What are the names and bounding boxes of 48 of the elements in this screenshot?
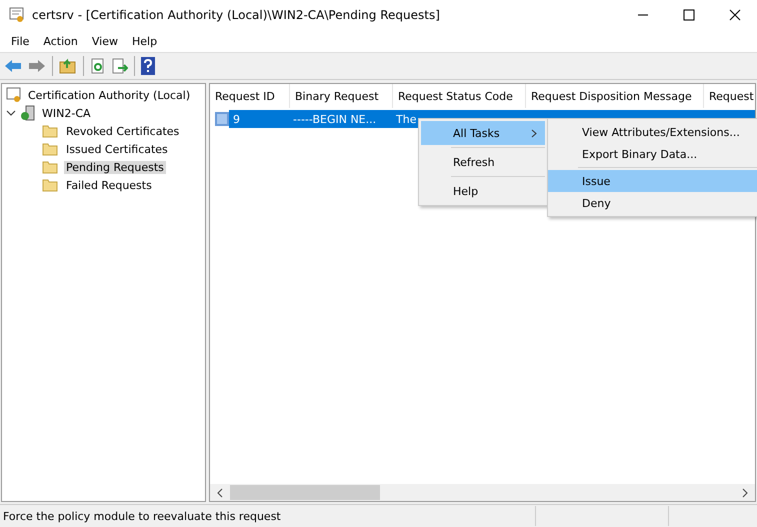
menu-item[interactable]: Export Binary Data... bbox=[548, 143, 757, 165]
folder-icon bbox=[42, 160, 58, 174]
server-icon bbox=[20, 105, 36, 121]
table-cell-text: -----BEGIN NE... bbox=[292, 112, 378, 126]
chevron-right-icon bbox=[531, 128, 537, 138]
folder-icon bbox=[42, 142, 58, 156]
folder-icon bbox=[42, 124, 58, 138]
tree-item[interactable]: Failed Requests bbox=[64, 178, 154, 192]
close-icon[interactable] bbox=[729, 9, 741, 21]
folder-icon bbox=[42, 178, 58, 192]
column-header[interactable]: Request ID bbox=[210, 84, 290, 108]
menu-item[interactable]: All Tasks bbox=[421, 121, 545, 145]
window-title: certsrv - [Certification Authority (Local)\WIN2-CA\Pending Requests] bbox=[32, 8, 440, 22]
column-header[interactable]: Request Disposition Message bbox=[526, 84, 704, 108]
maximize-icon[interactable] bbox=[683, 9, 695, 21]
status-text: Force the policy module to reevaluate this request bbox=[2, 510, 282, 522]
certificate-icon bbox=[6, 87, 22, 103]
menu-item[interactable]: Help bbox=[421, 179, 545, 203]
tree-item[interactable]: Issued Certificates bbox=[64, 142, 170, 156]
tree-item[interactable]: Certification Authority (Local) bbox=[26, 88, 192, 102]
menu-item[interactable]: View Attributes/Extensions... bbox=[548, 121, 757, 143]
forward-arrow-icon[interactable] bbox=[28, 58, 46, 74]
certificate-icon bbox=[8, 6, 26, 24]
menu-item[interactable]: Refresh bbox=[421, 150, 545, 174]
table-cell-text: The bbox=[395, 112, 418, 126]
column-header[interactable]: Request bbox=[704, 84, 755, 108]
menu-item[interactable]: Issue bbox=[548, 170, 757, 192]
chevron-icon[interactable] bbox=[6, 108, 16, 118]
table-cell-text: 9 bbox=[232, 112, 241, 126]
menu-item[interactable]: Action bbox=[36, 34, 85, 48]
back-arrow-icon[interactable] bbox=[4, 58, 22, 74]
menu-item[interactable]: File bbox=[4, 34, 36, 48]
menu-item[interactable]: Deny bbox=[548, 192, 757, 214]
request-icon bbox=[215, 112, 229, 126]
column-header[interactable]: Request Status Code bbox=[393, 84, 526, 108]
scroll-right-icon[interactable] bbox=[741, 488, 749, 498]
scroll-left-icon[interactable] bbox=[216, 488, 224, 498]
scrollbar-thumb[interactable] bbox=[230, 485, 380, 500]
export-list-icon[interactable] bbox=[112, 58, 128, 74]
menu-item[interactable]: Help bbox=[124, 34, 164, 48]
tree-item[interactable]: WIN2-CA bbox=[40, 106, 93, 120]
tree-item[interactable]: Pending Requests bbox=[64, 160, 166, 174]
help-icon[interactable] bbox=[141, 57, 155, 75]
folder-up-icon[interactable] bbox=[59, 58, 77, 74]
menu-item[interactable]: View bbox=[84, 34, 125, 48]
tree-item[interactable]: Revoked Certificates bbox=[64, 124, 182, 138]
column-header[interactable]: Binary Request bbox=[290, 84, 393, 108]
refresh-icon[interactable] bbox=[90, 58, 106, 74]
